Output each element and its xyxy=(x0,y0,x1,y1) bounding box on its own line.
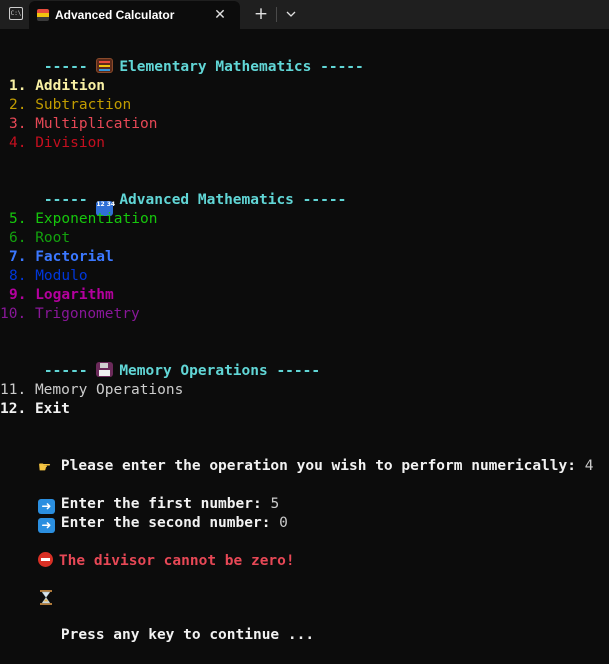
section-header-advanced: ----- 12 34 Advanced Mathematics ----- xyxy=(9,172,346,216)
menu-item-trigonometry: 10. Trigonometry xyxy=(0,306,140,322)
calculator-icon xyxy=(37,9,49,21)
menu-item-exponentiation: 5. Exponentiation xyxy=(9,211,158,227)
first-number-prompt: ➜ Enter the first number: 5 xyxy=(3,476,279,514)
menu-item-root: 6. Root xyxy=(9,230,71,246)
new-tab-button[interactable]: + xyxy=(250,3,272,25)
second-number-prompt: ➜ Enter the second number: 0 xyxy=(3,495,288,533)
menu-item-multiplication: 3. Multiplication xyxy=(9,116,158,132)
menu-item-factorial: 7. Factorial xyxy=(9,249,114,265)
section-header-elementary: ----- Elementary Mathematics ----- xyxy=(43,58,364,75)
menu-item-addition: 1. Addition xyxy=(9,78,106,94)
tab-separator xyxy=(276,7,277,22)
tab-dropdown-button[interactable] xyxy=(281,3,301,25)
menu-item-logarithm: 9. Logarithm xyxy=(9,287,114,303)
operation-input-value: 4 xyxy=(584,458,594,474)
abacus-icon xyxy=(96,58,114,73)
terminal-app-icon[interactable]: C:\ xyxy=(9,7,23,20)
operation-prompt: ☛ Please enter the operation you wish to … xyxy=(37,458,594,476)
floppy-disk-icon xyxy=(96,362,114,377)
menu-item-memory-operations: 11. Memory Operations xyxy=(0,382,184,398)
menu-item-modulo: 8. Modulo xyxy=(9,268,88,284)
pointing-hand-icon: ☛ xyxy=(37,458,52,476)
continue-prompt: Press any key to continue ... xyxy=(3,571,314,643)
right-arrow-icon: ➜ xyxy=(37,518,55,533)
close-tab-icon[interactable]: ✕ xyxy=(209,4,231,26)
tab-title: Advanced Calculator xyxy=(55,8,175,22)
menu-item-division: 4. Division xyxy=(9,135,106,151)
terminal-output[interactable]: ----- Elementary Mathematics ----- 1. Ad… xyxy=(0,37,609,643)
menu-item-exit: 12. Exit xyxy=(0,401,70,417)
error-message: The divisor cannot be zero! xyxy=(3,533,295,569)
second-number-value: 0 xyxy=(279,515,288,531)
chevron-down-icon xyxy=(286,11,296,17)
section-header-memory: ----- Memory Operations ----- xyxy=(43,362,321,379)
hourglass-icon xyxy=(38,590,55,605)
title-bar: C:\ Advanced Calculator ✕ + xyxy=(0,0,609,29)
no-entry-icon xyxy=(37,552,53,567)
menu-item-subtraction: 2. Subtraction xyxy=(9,97,132,113)
tab-advanced-calculator[interactable]: Advanced Calculator ✕ xyxy=(29,1,240,29)
